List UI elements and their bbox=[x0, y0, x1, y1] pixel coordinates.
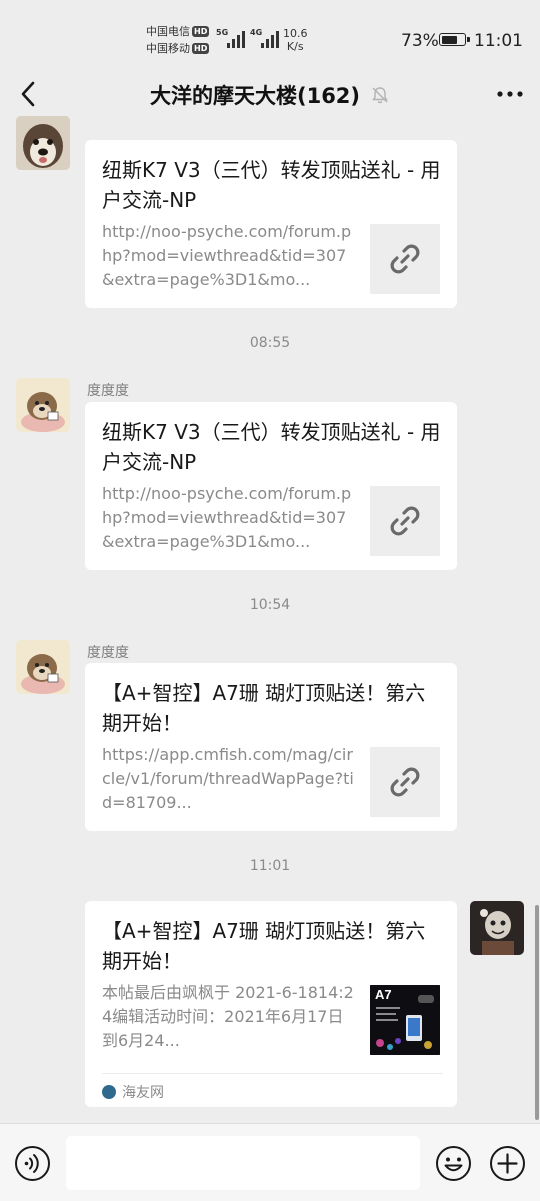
emoji-icon bbox=[436, 1146, 471, 1181]
link-icon bbox=[390, 506, 420, 536]
chat-header: 大洋的摩天大楼(162) bbox=[0, 72, 540, 118]
voice-icon bbox=[15, 1146, 50, 1181]
bell-off-icon bbox=[370, 85, 390, 105]
voice-button[interactable] bbox=[14, 1145, 51, 1182]
card-source: 海友网 bbox=[102, 1082, 164, 1102]
link-card-3[interactable]: 【A+智控】A7珊 瑚灯顶贴送！第六期开始！ https://app.cmfis… bbox=[85, 663, 457, 831]
battery-fill bbox=[441, 35, 457, 44]
carrier-2-name: 中国移动 bbox=[146, 42, 190, 55]
hd-badge: HD bbox=[192, 26, 210, 37]
link-card-title: 纽斯K7 V3（三代）转发顶贴送礼 - 用户交流-NP bbox=[102, 158, 441, 212]
input-bar bbox=[0, 1123, 540, 1201]
more-dots-icon bbox=[497, 91, 523, 97]
link-card-title: 纽斯K7 V3（三代）转发顶贴送礼 - 用户交流-NP bbox=[102, 420, 441, 474]
message-input[interactable] bbox=[66, 1136, 420, 1190]
link-thumbnail bbox=[370, 224, 440, 294]
plus-button[interactable] bbox=[489, 1145, 526, 1182]
link-card-description: https://app.cmfish.com/mag/circle/v1/for… bbox=[102, 745, 354, 812]
link-card-description: http://noo-psyche.com/forum.php?mod=view… bbox=[102, 222, 352, 289]
plus-icon bbox=[490, 1146, 525, 1181]
hd-badge: HD bbox=[192, 43, 210, 54]
dog-avatar[interactable] bbox=[16, 116, 70, 170]
card-source-name: 海友网 bbox=[122, 1085, 164, 1101]
link-thumbnail bbox=[370, 747, 440, 817]
link-card-title: 【A+智控】A7珊 瑚灯顶贴送！第六期开始！ bbox=[102, 681, 426, 735]
scrollbar[interactable] bbox=[535, 905, 539, 1120]
net-speed-value: 10.6 bbox=[283, 27, 308, 40]
timestamp-2: 10:54 bbox=[249, 597, 291, 613]
status-bar: 中国电信 HD 中国移动 HD 5G 4G 10.6 K/s 73% 11:01 bbox=[0, 0, 540, 72]
source-logo-icon bbox=[102, 1085, 116, 1099]
battery-icon bbox=[439, 33, 470, 46]
sender-name: 度度度 bbox=[87, 645, 129, 661]
link-icon bbox=[390, 767, 420, 797]
card-divider bbox=[102, 1073, 443, 1074]
link-card-description: http://noo-psyche.com/forum.php?mod=view… bbox=[102, 484, 352, 551]
link-card-title: 【A+智控】A7珊 瑚灯顶贴送！第六期开始！ bbox=[102, 919, 426, 973]
link-card-1[interactable]: 纽斯K7 V3（三代）转发顶贴送礼 - 用户交流-NP http://noo-p… bbox=[85, 140, 457, 308]
status-time: 11:01 bbox=[474, 31, 523, 51]
net-speed-unit: K/s bbox=[286, 40, 304, 53]
self-avatar[interactable] bbox=[470, 901, 524, 955]
link-icon bbox=[390, 244, 420, 274]
more-button[interactable] bbox=[494, 78, 526, 110]
product-thumbnail: A7 bbox=[370, 985, 440, 1055]
battery-percent: 73% bbox=[401, 31, 439, 51]
link-thumbnail bbox=[370, 486, 440, 556]
chat-title-text: 大洋的摩天大楼(162) bbox=[149, 84, 361, 108]
sender-name: 度度度 bbox=[87, 383, 129, 399]
link-card-4[interactable]: 【A+智控】A7珊 瑚灯顶贴送！第六期开始！ 本帖最后由飒枫于 2021-6-1… bbox=[85, 901, 457, 1107]
chat-title: 大洋的摩天大楼(162) bbox=[0, 80, 540, 110]
carrier-1-name: 中国电信 bbox=[146, 25, 190, 38]
carrier-2: 中国移动 HD bbox=[146, 42, 210, 56]
timestamp-1: 08:55 bbox=[249, 335, 291, 351]
cartoon-dog-avatar[interactable] bbox=[16, 378, 70, 432]
thumbnail-caption: A7 bbox=[375, 987, 392, 1002]
link-card-description: 本帖最后由飒枫于 2021-6-1814:24编辑活动时间：2021年6月17日… bbox=[102, 983, 354, 1050]
emoji-button[interactable] bbox=[435, 1145, 472, 1182]
carrier-1: 中国电信 HD bbox=[146, 25, 210, 39]
cartoon-dog-avatar[interactable] bbox=[16, 640, 70, 694]
timestamp-3: 11:01 bbox=[249, 858, 291, 874]
net-speed: 10.6 K/s bbox=[283, 27, 308, 53]
link-card-2[interactable]: 纽斯K7 V3（三代）转发顶贴送礼 - 用户交流-NP http://noo-p… bbox=[85, 402, 457, 570]
